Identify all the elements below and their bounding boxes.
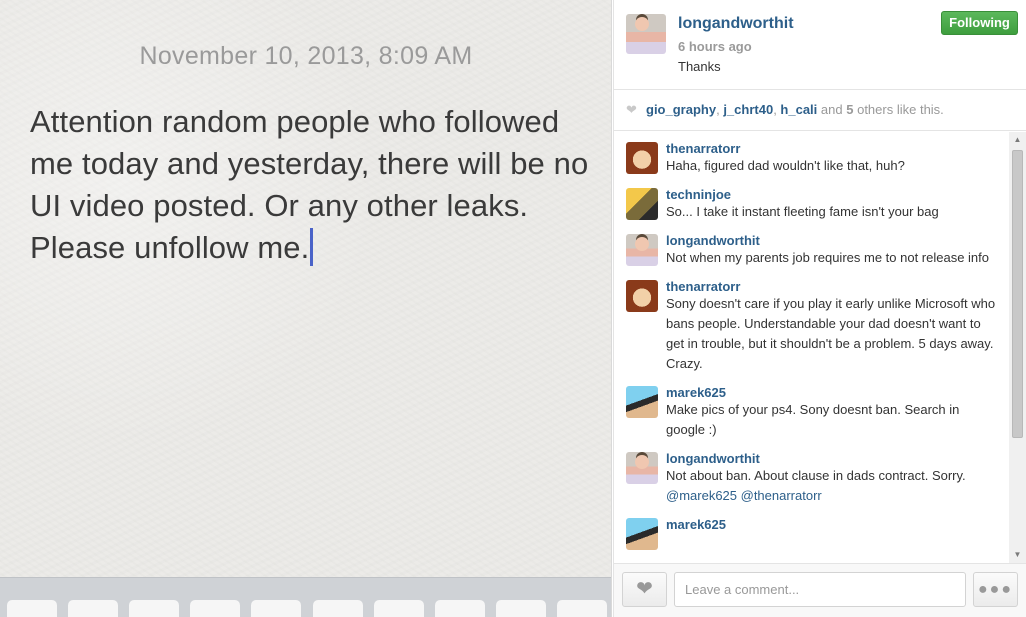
commenter-username[interactable]: techninjoe [666, 178, 997, 202]
keyboard-key [129, 600, 179, 617]
likes-and-text: and [820, 102, 843, 117]
keyboard-key [251, 600, 301, 617]
comment-text: Sony doesn't care if you play it early u… [666, 296, 996, 371]
note-date: November 10, 2013, 8:09 AM [139, 42, 473, 70]
comment-input[interactable] [674, 572, 966, 607]
comment-text-container: Not about ban. About clause in dads cont… [666, 466, 997, 508]
comment-text: Not when my parents job requires me to n… [666, 250, 990, 265]
comment-text: Not about ban. About clause in dads cont… [666, 468, 966, 483]
post-caption: Thanks [678, 59, 721, 74]
commenter-username[interactable]: marek625 [666, 508, 997, 532]
keyboard-key [374, 600, 424, 617]
commenter-avatar[interactable] [626, 518, 658, 550]
heart-icon: ❤ [636, 578, 653, 600]
commenter-avatar[interactable] [626, 452, 658, 484]
likes-others-count[interactable]: 5 [846, 102, 853, 117]
comment-item: longandworthit Not when my parents job r… [614, 224, 1009, 270]
post-timestamp[interactable]: 6 hours ago [678, 39, 752, 54]
keyboard-strip [0, 577, 611, 617]
commenter-username[interactable]: thenarratorr [666, 270, 997, 294]
scroll-up-arrow-icon[interactable]: ▲ [1009, 132, 1026, 148]
liker-link[interactable]: h_cali [780, 102, 817, 117]
comment-text: So... I take it instant fleeting fame is… [666, 204, 939, 219]
post-side-panel: longandworthit 6 hours ago Thanks Follow… [613, 0, 1026, 617]
keyboard-key [68, 600, 118, 617]
comment-item: thenarratorr Sony doesn't care if you pl… [614, 270, 1009, 376]
commenter-avatar[interactable] [626, 188, 658, 220]
comment-item: techninjoe So... I take it instant fleet… [614, 178, 1009, 224]
post-photo: November 10, 2013, 8:09 AM Attention ran… [0, 0, 612, 617]
commenter-username[interactable]: longandworthit [666, 224, 997, 248]
commenter-avatar[interactable] [626, 280, 658, 312]
more-dots-icon: ●●● [978, 581, 1013, 598]
comment-mentions[interactable]: @marek625 @thenarratorr [666, 488, 822, 503]
comment-list[interactable]: thenarratorr Haha, figured dad wouldn't … [614, 132, 1009, 563]
text-caret [310, 228, 314, 266]
commenter-avatar[interactable] [626, 386, 658, 418]
author-avatar[interactable] [626, 14, 666, 54]
commenter-username[interactable]: marek625 [666, 376, 997, 400]
comment-text: Make pics of your ps4. Sony doesnt ban. … [666, 402, 960, 437]
following-button[interactable]: Following [941, 11, 1018, 35]
comment-scrollbar[interactable]: ▲ ▼ [1009, 132, 1026, 563]
comment-text: Haha, figured dad wouldn't like that, hu… [666, 158, 905, 173]
keyboard-key [313, 600, 363, 617]
post-header: longandworthit 6 hours ago Thanks Follow… [614, 0, 1026, 88]
keyboard-key [435, 600, 485, 617]
comment-item: marek625 Make pics of your ps4. Sony doe… [614, 376, 1009, 442]
commenter-username[interactable]: longandworthit [666, 442, 997, 466]
commenter-avatar[interactable] [626, 142, 658, 174]
commenter-username[interactable]: thenarratorr [666, 132, 997, 156]
note-text-container: Attention random people who followed me … [30, 101, 590, 269]
keyboard-key [7, 600, 57, 617]
comment-item: thenarratorr Haha, figured dad wouldn't … [614, 132, 1009, 178]
author-username[interactable]: longandworthit [678, 15, 794, 33]
more-options-button[interactable]: ●●● [973, 572, 1018, 607]
comment-item: longandworthit Not about ban. About clau… [614, 442, 1009, 508]
heart-icon: ❤ [626, 102, 637, 117]
liker-link[interactable]: gio_graphy [646, 102, 716, 117]
keyboard-key [190, 600, 240, 617]
likes-suffix: others like this. [857, 102, 944, 117]
like-button[interactable]: ❤ [622, 572, 667, 607]
comment-item: marek625 [614, 508, 1009, 550]
liker-link[interactable]: j_chrt40 [723, 102, 773, 117]
comment-bar: ❤ ●●● [614, 563, 1026, 617]
scroll-thumb[interactable] [1012, 150, 1023, 438]
scroll-down-arrow-icon[interactable]: ▼ [1009, 547, 1026, 563]
keyboard-key [557, 600, 607, 617]
keyboard-key [496, 600, 546, 617]
commenter-avatar[interactable] [626, 234, 658, 266]
likes-bar: ❤ gio_graphy, j_chrt40, h_cali and 5 othe… [614, 89, 1026, 131]
note-text: Attention random people who followed me … [30, 104, 589, 265]
